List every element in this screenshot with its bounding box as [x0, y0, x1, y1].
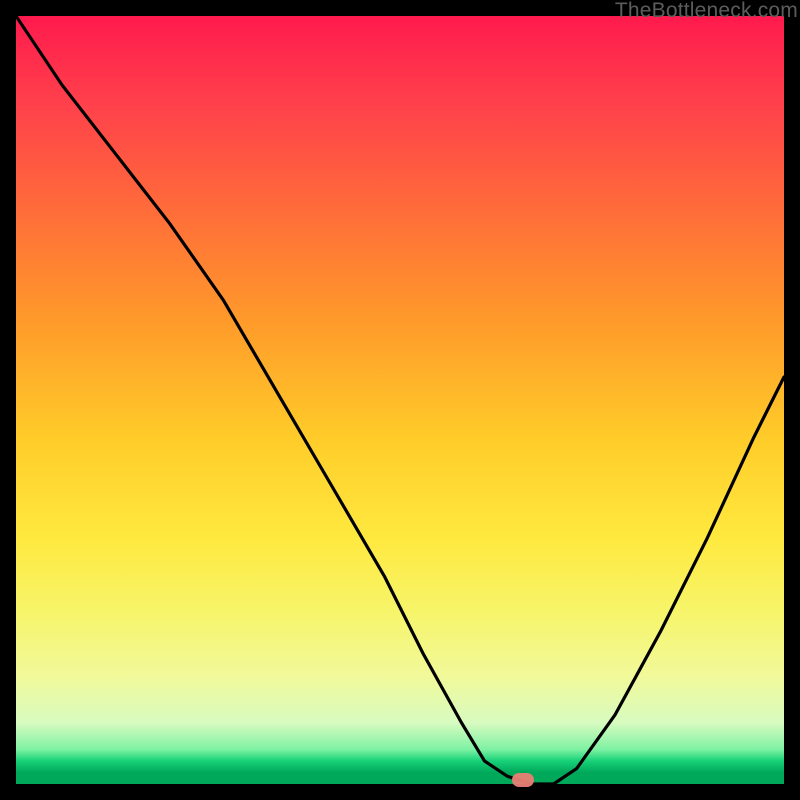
plot-area — [16, 16, 784, 784]
optimal-point-marker — [512, 773, 534, 787]
chart-frame: TheBottleneck.com — [0, 0, 800, 800]
bottleneck-curve — [16, 16, 784, 784]
watermark-text: TheBottleneck.com — [615, 0, 798, 23]
curve-path — [16, 16, 784, 784]
